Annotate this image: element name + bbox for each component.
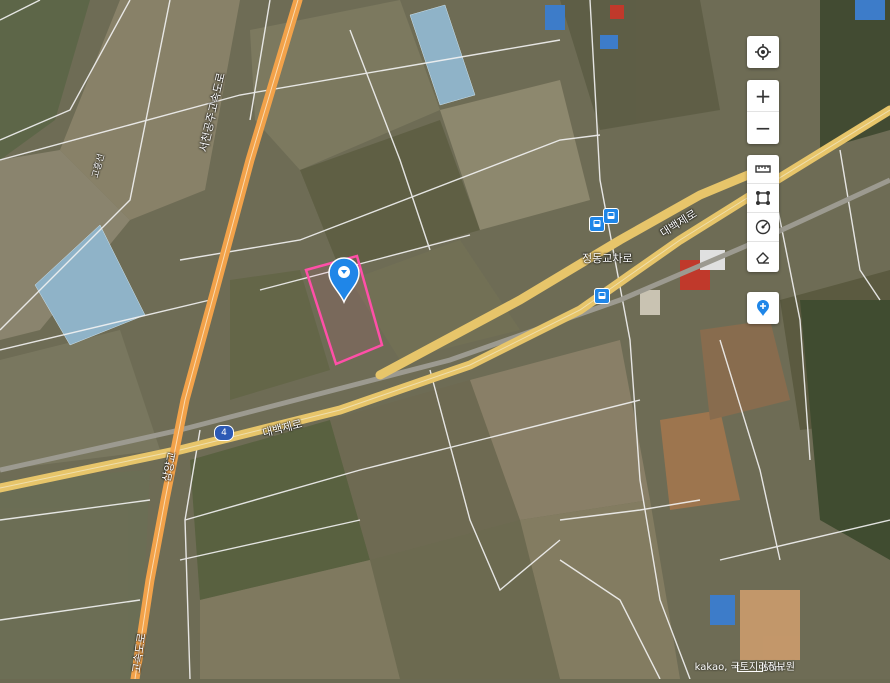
ruler-icon[interactable] — [747, 155, 779, 184]
area-icon[interactable] — [747, 184, 779, 213]
zoom-in-button[interactable]: + — [747, 80, 779, 112]
zoom-control: + − — [747, 80, 779, 144]
radius-icon[interactable] — [747, 213, 779, 242]
scale-bar — [737, 663, 763, 672]
add-marker-control — [747, 292, 779, 324]
route-number-badge: 4 — [214, 425, 234, 441]
bus-stop-icon[interactable] — [603, 208, 619, 224]
zoom-out-button[interactable]: − — [747, 112, 779, 144]
interchange-label: 정동교차로 — [582, 252, 633, 265]
tools-control — [747, 155, 779, 272]
crosshair-icon[interactable] — [747, 36, 779, 68]
scale-label: 50m — [763, 664, 784, 674]
marker-plus-icon[interactable] — [747, 292, 779, 324]
bus-stop-icon[interactable] — [594, 288, 610, 304]
my-location-control — [747, 36, 779, 68]
eraser-icon[interactable] — [747, 242, 779, 272]
